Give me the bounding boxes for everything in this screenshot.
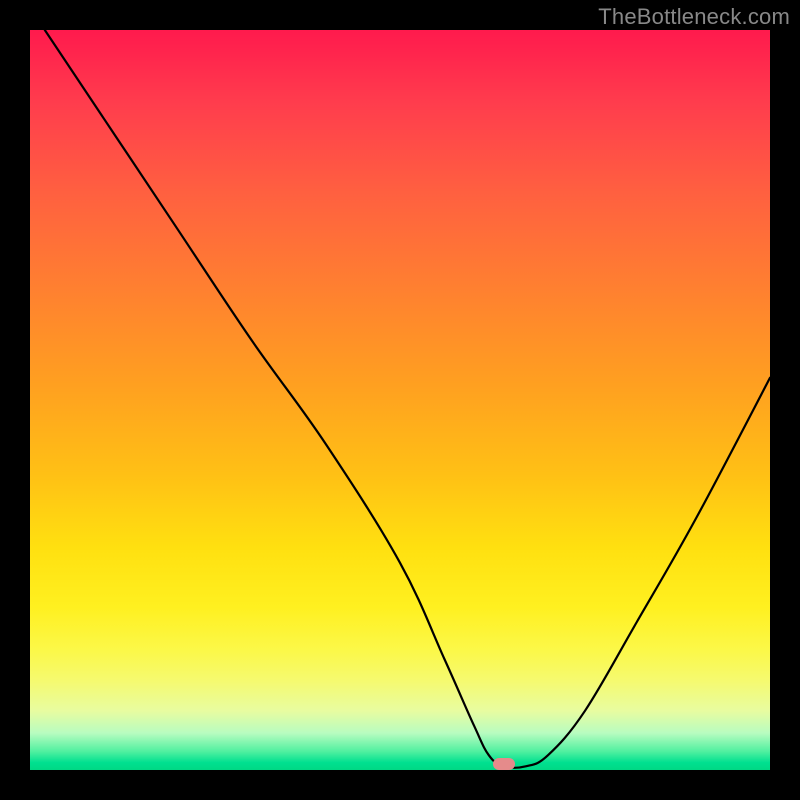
optimal-marker	[493, 758, 515, 770]
plot-area	[30, 30, 770, 770]
watermark-text: TheBottleneck.com	[598, 4, 790, 30]
chart-frame: TheBottleneck.com	[0, 0, 800, 800]
bottleneck-curve	[30, 30, 770, 770]
